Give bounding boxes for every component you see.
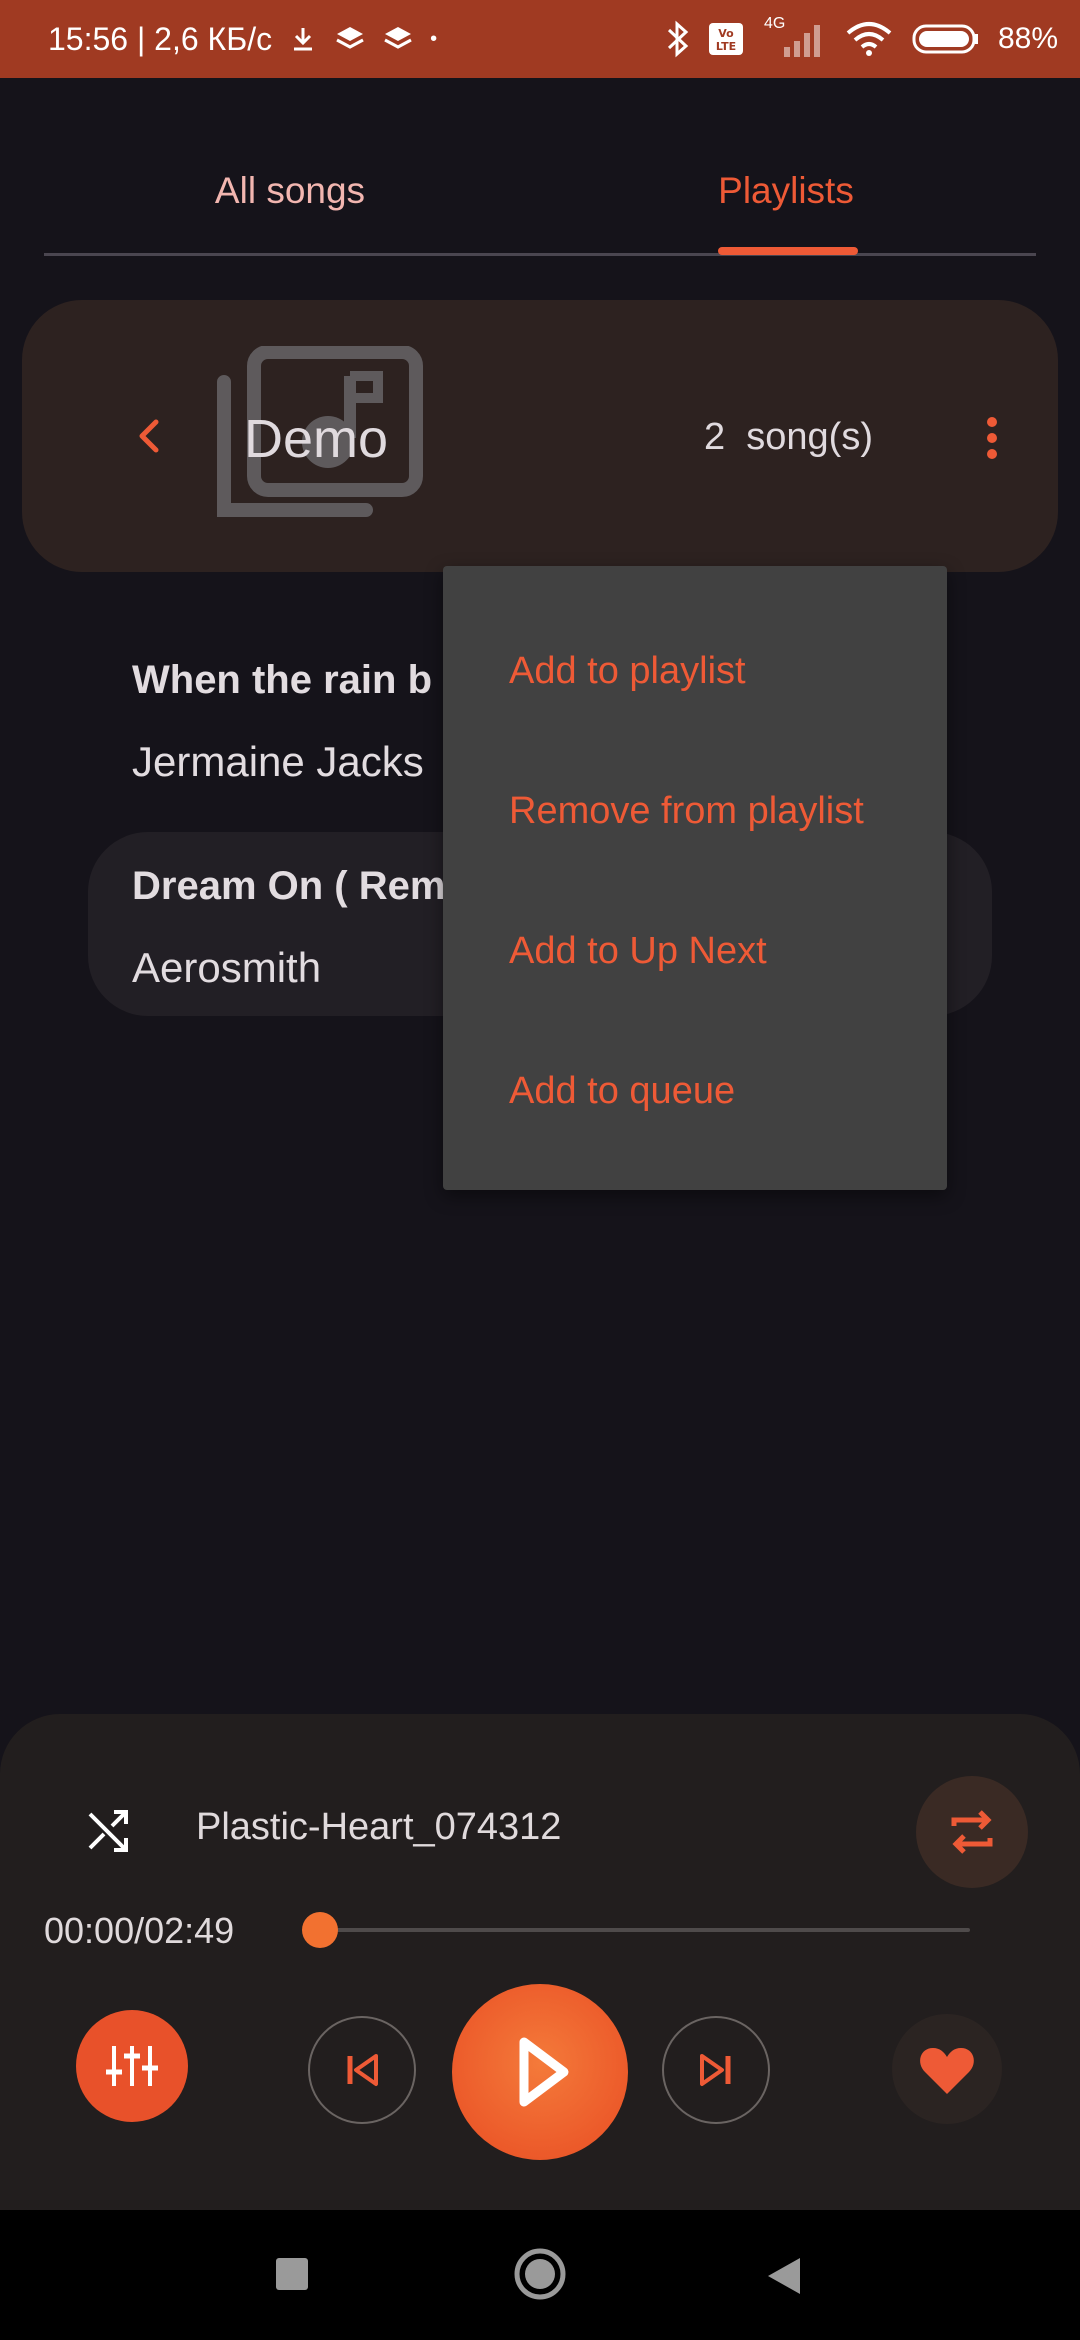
play-icon (519, 2037, 569, 2107)
back-chevron-icon[interactable] (122, 408, 178, 464)
equalizer-button[interactable] (76, 2010, 188, 2122)
volte-icon: VoLTE (708, 23, 743, 55)
tab-divider (44, 253, 1036, 256)
menu-item-remove-from-playlist[interactable]: Remove from playlist (509, 790, 864, 833)
seek-thumb[interactable] (302, 1912, 338, 1948)
playback-time: 00:00/02:49 (44, 1910, 235, 1951)
repeat-button[interactable] (916, 1776, 1028, 1888)
equalizer-icon (106, 2046, 158, 2086)
song-artist: Aerosmith (132, 944, 322, 991)
song-title: When the rain b (132, 658, 432, 702)
playlist-header-card: Demo 2 song(s) (22, 300, 1058, 572)
shuffle-icon[interactable] (84, 1806, 134, 1856)
song-title: Dream On ( Rem (132, 864, 446, 908)
wifi-icon (846, 22, 892, 56)
signal-icon: 4G (762, 15, 826, 59)
repeat-icon (951, 1810, 993, 1854)
battery-percent: 88% (997, 22, 1058, 55)
status-dot: • (430, 27, 438, 50)
context-menu: Add to playlist Remove from playlist Add… (443, 566, 947, 1190)
next-button[interactable] (662, 2016, 770, 2124)
tab-playlists[interactable]: Playlists (536, 170, 1036, 212)
download-icon (294, 28, 313, 51)
svg-text:LTE: LTE (716, 40, 736, 53)
favorite-button[interactable] (892, 2014, 1002, 2124)
song-count-number: 2 (704, 416, 726, 458)
system-nav-bar (0, 2210, 1080, 2340)
recents-icon[interactable] (276, 2258, 308, 2290)
next-icon (700, 2054, 731, 2086)
layers-icon (384, 27, 412, 49)
tab-bar: All songs Playlists (44, 130, 1036, 256)
now-playing-title: Plastic-Heart_074312 (196, 1806, 562, 1848)
back-icon[interactable] (764, 2254, 804, 2298)
layers-icon (336, 27, 364, 49)
menu-item-add-to-up-next[interactable]: Add to Up Next (509, 930, 767, 973)
status-bar: 15:56 | 2,6 КБ/с • Vo LTE 4G 88% (0, 0, 1080, 78)
menu-item-add-to-playlist[interactable]: Add to playlist (509, 650, 746, 693)
status-time: 15:56 | 2,6 КБ/с (48, 20, 273, 57)
menu-item-add-to-queue[interactable]: Add to queue (509, 1070, 735, 1113)
more-vert-icon[interactable] (962, 408, 1022, 468)
previous-icon (347, 2054, 378, 2086)
svg-text:Vo: Vo (718, 27, 734, 40)
mini-player: Plastic-Heart_074312 00:00/02:49 (0, 1714, 1080, 2210)
tab-active-indicator (718, 247, 858, 255)
bluetooth-icon (667, 20, 689, 58)
playlist-name: Demo (244, 409, 389, 469)
seek-bar[interactable] (320, 1928, 970, 1932)
song-artist: Jermaine Jacks (132, 738, 424, 785)
play-button[interactable] (452, 1984, 628, 2160)
heart-icon (920, 2048, 974, 2094)
battery-icon (912, 24, 978, 54)
playlist-song-count: 2 song(s) (704, 416, 873, 459)
home-icon[interactable] (512, 2246, 568, 2302)
previous-button[interactable] (308, 2016, 416, 2124)
song-count-label: song(s) (746, 416, 873, 458)
tab-all-songs[interactable]: All songs (44, 170, 536, 212)
